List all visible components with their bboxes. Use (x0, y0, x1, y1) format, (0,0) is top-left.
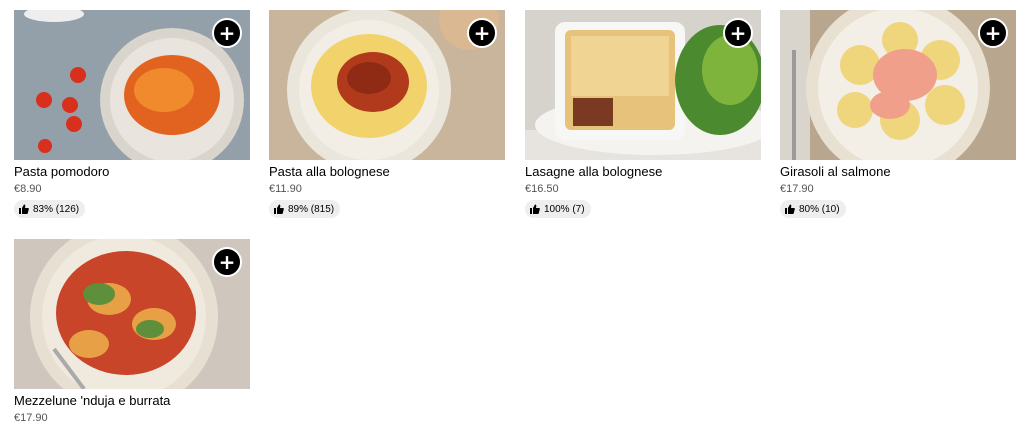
dish-image[interactable]: + (14, 239, 250, 389)
item-price: €8.90 (14, 183, 42, 195)
add-to-cart-button[interactable]: + (467, 18, 497, 48)
item-price: €11.90 (269, 183, 302, 195)
thumbs-up-icon (530, 204, 540, 214)
dish-image[interactable]: + (525, 10, 761, 160)
menu-item-card[interactable]: + Lasagne alla bolognese €16.50 100% (7) (525, 10, 761, 219)
item-price: €16.50 (525, 183, 559, 195)
menu-item-grid: + Pasta pomodoro €8.90 83% (126) + Pasta… (14, 10, 1016, 430)
rating-text: 80% (10) (799, 203, 840, 215)
add-to-cart-button[interactable]: + (978, 18, 1008, 48)
rating-badge: 80% (10) (780, 200, 846, 218)
rating-badge: 89% (815) (269, 200, 341, 218)
rating-badge: 100% (7) (525, 200, 591, 218)
item-name: Pasta pomodoro (14, 164, 110, 179)
rating-text: 100% (7) (544, 203, 585, 215)
dish-image[interactable]: + (269, 10, 505, 160)
item-name: Mezzelune 'nduja e burrata (14, 393, 171, 408)
thumbs-up-icon (785, 204, 795, 214)
menu-item-card[interactable]: + Pasta pomodoro €8.90 83% (126) (14, 10, 250, 219)
item-name: Girasoli al salmone (780, 164, 891, 179)
thumbs-up-icon (274, 204, 284, 214)
dish-image[interactable]: + (14, 10, 250, 160)
add-to-cart-button[interactable]: + (212, 247, 242, 277)
item-price: €17.90 (14, 412, 48, 424)
item-name: Pasta alla bolognese (269, 164, 390, 179)
rating-badge: 83% (126) (14, 200, 86, 218)
thumbs-up-icon (19, 204, 29, 214)
menu-item-card[interactable]: + Pasta alla bolognese €11.90 89% (815) (269, 10, 505, 219)
add-to-cart-button[interactable]: + (723, 18, 753, 48)
menu-item-card[interactable]: + Mezzelune 'nduja e burrata €17.90 (14, 239, 250, 425)
add-to-cart-button[interactable]: + (212, 18, 242, 48)
rating-text: 83% (126) (33, 203, 80, 215)
rating-text: 89% (815) (288, 203, 335, 215)
item-name: Lasagne alla bolognese (525, 164, 663, 179)
item-price: €17.90 (780, 183, 814, 195)
menu-item-card[interactable]: + Girasoli al salmone €17.90 80% (10) (780, 10, 1016, 219)
dish-image[interactable]: + (780, 10, 1016, 160)
